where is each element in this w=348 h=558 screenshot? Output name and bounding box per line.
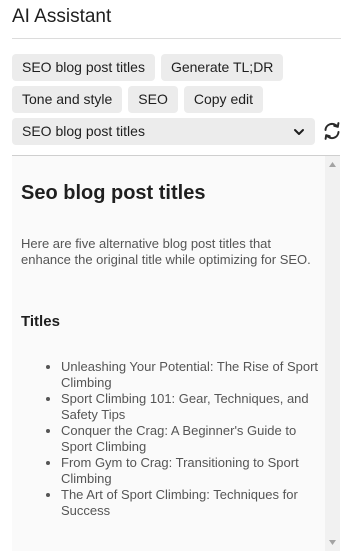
- titles-list: Unleashing Your Potential: The Rise of S…: [21, 359, 321, 519]
- prompt-select[interactable]: SEO blog post titles: [12, 118, 315, 145]
- panel-title: AI Assistant: [12, 6, 112, 27]
- result-subheading: Titles: [21, 313, 60, 330]
- ai-assistant-panel: AI Assistant SEO blog post titles Genera…: [0, 0, 348, 558]
- chevron-down-icon: [294, 129, 304, 135]
- tone-and-style-button[interactable]: Tone and style: [12, 86, 123, 113]
- result-intro: Here are five alternative blog post titl…: [21, 236, 311, 267]
- vertical-scrollbar[interactable]: [325, 156, 340, 551]
- header-divider: [12, 38, 341, 39]
- list-item: From Gym to Crag: Transitioning to Sport…: [61, 455, 321, 487]
- action-row-1: SEO blog post titles Generate TL;DR: [12, 54, 284, 81]
- result-content: Seo blog post titles Here are five alter…: [12, 156, 325, 551]
- scrollbar-thumb[interactable]: [327, 173, 338, 533]
- copy-edit-button[interactable]: Copy edit: [183, 86, 264, 113]
- result-title: Seo blog post titles: [21, 182, 206, 204]
- list-item: Unleashing Your Potential: The Rise of S…: [61, 359, 321, 391]
- result-frame: Seo blog post titles Here are five alter…: [12, 155, 340, 551]
- seo-button[interactable]: SEO: [128, 86, 178, 113]
- action-row-2: Tone and style SEO Copy edit: [12, 86, 264, 113]
- scroll-down-arrow-icon[interactable]: [328, 538, 337, 547]
- prompt-select-value: SEO blog post titles: [22, 123, 145, 139]
- scroll-up-arrow-icon[interactable]: [328, 160, 337, 169]
- generate-tldr-button[interactable]: Generate TL;DR: [160, 54, 284, 81]
- list-item: Sport Climbing 101: Gear, Techniques, an…: [61, 391, 321, 423]
- refresh-icon[interactable]: [321, 120, 343, 142]
- list-item: The Art of Sport Climbing: Techniques fo…: [61, 487, 321, 519]
- seo-blog-post-titles-button[interactable]: SEO blog post titles: [12, 54, 155, 81]
- list-item: Conquer the Crag: A Beginner's Guide to …: [61, 423, 321, 455]
